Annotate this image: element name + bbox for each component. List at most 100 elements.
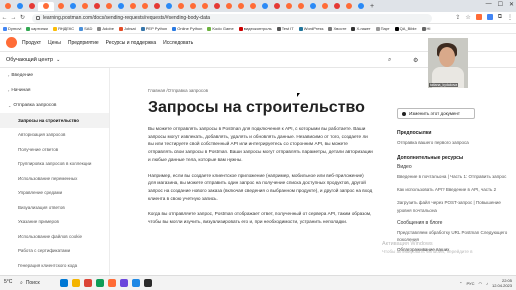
browser-tab[interactable] bbox=[175, 2, 186, 11]
video-link[interactable]: Введение в почтальона | Часть 1: Отправи… bbox=[397, 173, 509, 181]
browser-tab[interactable] bbox=[14, 2, 25, 11]
clock[interactable]: 22:05 12.04.2023 bbox=[492, 278, 512, 288]
bookmark-item[interactable]: ЯНДЕКС bbox=[52, 26, 74, 31]
taskbar-app-icon[interactable] bbox=[95, 279, 104, 287]
video-link[interactable]: Загрузить файл через POST-запрос | Повыш… bbox=[397, 199, 509, 215]
wifi-icon[interactable]: ◠ bbox=[478, 281, 482, 286]
browser-tab[interactable] bbox=[295, 2, 306, 11]
bookmark-item[interactable]: Kodo Game bbox=[207, 26, 234, 31]
volume-icon[interactable]: ♪ bbox=[486, 281, 488, 286]
new-tab-icon[interactable]: + bbox=[370, 3, 374, 10]
sidebar-item[interactable]: Использование переменных bbox=[0, 171, 109, 186]
sidebar-item[interactable]: Генерация клиентского кода bbox=[0, 258, 109, 273]
chevron-down-icon[interactable]: ⌄ bbox=[56, 57, 60, 63]
puzzle-icon[interactable]: ⧉ bbox=[498, 14, 502, 21]
browser-tab[interactable] bbox=[2, 2, 13, 11]
star-icon[interactable]: ☆ bbox=[465, 14, 470, 21]
sidebar-item[interactable]: Получение ответов bbox=[0, 142, 109, 157]
browser-tab[interactable] bbox=[115, 2, 126, 11]
nav-explore[interactable]: Исследовать bbox=[163, 40, 193, 46]
sidebar-section[interactable]: ⌄ Отправка запросов bbox=[0, 98, 109, 113]
browser-tab[interactable] bbox=[199, 2, 210, 11]
menu-icon[interactable]: ⋮ bbox=[507, 14, 513, 21]
prerequisite-link[interactable]: Отправка вашего первого запроса bbox=[397, 139, 509, 147]
video-link[interactable]: Как использовать API? Введение в API, ча… bbox=[397, 186, 509, 194]
taskbar-search[interactable]: ⌕ Поиск bbox=[20, 280, 40, 286]
browser-tab[interactable] bbox=[38, 1, 54, 11]
nav-enterprise[interactable]: Предприятие bbox=[68, 40, 99, 46]
bookmark-item[interactable]: Dymovi bbox=[3, 26, 21, 31]
bookmark-item[interactable]: QA_Bible bbox=[394, 26, 417, 31]
bookmark-item[interactable]: Online Python bbox=[172, 26, 202, 31]
bookmark-item[interactable]: Парт bbox=[375, 26, 390, 31]
bookmark-item[interactable]: картинки bbox=[26, 26, 48, 31]
browser-tab[interactable] bbox=[163, 2, 174, 11]
bookmark-item[interactable]: WordPress bbox=[298, 26, 323, 31]
sidebar-item[interactable]: Указание примеров bbox=[0, 215, 109, 230]
bookmark-item[interactable]: PEP Python bbox=[140, 26, 167, 31]
browser-tab[interactable] bbox=[343, 2, 354, 11]
browser-tab[interactable] bbox=[151, 2, 162, 11]
browser-tab[interactable] bbox=[223, 2, 234, 11]
minimize-icon[interactable]: — bbox=[486, 1, 492, 8]
nav-resources[interactable]: Ресурсы и поддержка bbox=[106, 40, 156, 46]
sidebar-section[interactable]: › Начиная bbox=[0, 83, 109, 98]
browser-tab[interactable] bbox=[127, 2, 138, 11]
maximize-icon[interactable]: ☐ bbox=[498, 1, 503, 8]
bookmark-item[interactable]: Adobe bbox=[97, 26, 114, 31]
browser-tab[interactable] bbox=[67, 2, 78, 11]
close-icon[interactable]: ✕ bbox=[509, 1, 514, 8]
browser-tab[interactable] bbox=[283, 2, 294, 11]
nav-product[interactable]: Продукт bbox=[22, 40, 41, 46]
bookmark-item[interactable]: Test IT bbox=[276, 26, 294, 31]
postman-logo[interactable] bbox=[6, 37, 17, 48]
taskbar-app-icon[interactable] bbox=[131, 279, 140, 287]
sidebar-item[interactable]: Работа с сертификатами bbox=[0, 244, 109, 259]
nav-pricing[interactable]: Цены bbox=[48, 40, 61, 46]
bookmark-item[interactable]: SAD bbox=[79, 26, 92, 31]
sidebar-item[interactable]: Запросы на строительство bbox=[0, 113, 109, 128]
learning-center-dropdown[interactable]: Обучающий центр bbox=[6, 57, 53, 63]
browser-tab[interactable] bbox=[355, 2, 366, 11]
bookmark-item[interactable]: Хвосте bbox=[328, 26, 346, 31]
language-indicator[interactable]: РУС bbox=[466, 281, 474, 286]
browser-tab[interactable] bbox=[26, 2, 37, 11]
sidebar-item[interactable]: Авторизация запросов bbox=[0, 128, 109, 143]
back-icon[interactable]: ← bbox=[0, 15, 9, 21]
search-icon[interactable]: ⌕ bbox=[388, 57, 391, 64]
taskbar-app-icon[interactable] bbox=[71, 279, 80, 287]
browser-tab[interactable] bbox=[79, 2, 90, 11]
sidebar-item[interactable]: Группировка запросов в коллекции bbox=[0, 157, 109, 172]
sidebar-section[interactable]: › Введение bbox=[0, 68, 109, 83]
browser-tab[interactable] bbox=[247, 2, 258, 11]
bookmark-item[interactable]: видеоконтроль bbox=[238, 26, 272, 31]
forward-icon[interactable]: → bbox=[9, 15, 18, 21]
settings-icon[interactable]: ⚙ bbox=[413, 57, 418, 64]
sidebar-item[interactable]: Использование файлов cookie bbox=[0, 229, 109, 244]
browser-tab[interactable] bbox=[91, 2, 102, 11]
taskbar-app-icon[interactable] bbox=[107, 279, 116, 287]
edit-doc-button[interactable]: Изменить этот документ bbox=[397, 108, 475, 119]
extension-icon[interactable] bbox=[486, 14, 493, 20]
browser-tab[interactable] bbox=[55, 2, 66, 11]
taskbar-app-icon[interactable] bbox=[119, 279, 128, 287]
browser-tab[interactable] bbox=[319, 2, 330, 11]
taskbar-app-icon[interactable] bbox=[59, 279, 68, 287]
browser-tab[interactable] bbox=[307, 2, 318, 11]
bookmark-item[interactable]: HI bbox=[421, 26, 431, 31]
bookmark-item[interactable]: Jobsat bbox=[118, 26, 136, 31]
browser-tab[interactable] bbox=[211, 2, 222, 11]
breadcrumb[interactable]: Главная /Отправка запросов bbox=[148, 88, 373, 93]
browser-tab[interactable] bbox=[187, 2, 198, 11]
taskbar-app-icon[interactable] bbox=[83, 279, 92, 287]
sidebar-item[interactable]: Управление средами bbox=[0, 186, 109, 201]
share-icon[interactable]: ⇪ bbox=[455, 14, 460, 21]
browser-tab[interactable] bbox=[235, 2, 246, 11]
chevron-up-icon[interactable]: ⌃ bbox=[459, 281, 462, 286]
sidebar-item[interactable]: Визуализация ответов bbox=[0, 200, 109, 215]
extension-icon[interactable] bbox=[475, 14, 482, 20]
browser-tab[interactable] bbox=[139, 2, 150, 11]
bookmark-item[interactable]: X-пакет bbox=[351, 26, 371, 31]
browser-tab[interactable] bbox=[103, 2, 114, 11]
browser-tab[interactable] bbox=[271, 2, 282, 11]
